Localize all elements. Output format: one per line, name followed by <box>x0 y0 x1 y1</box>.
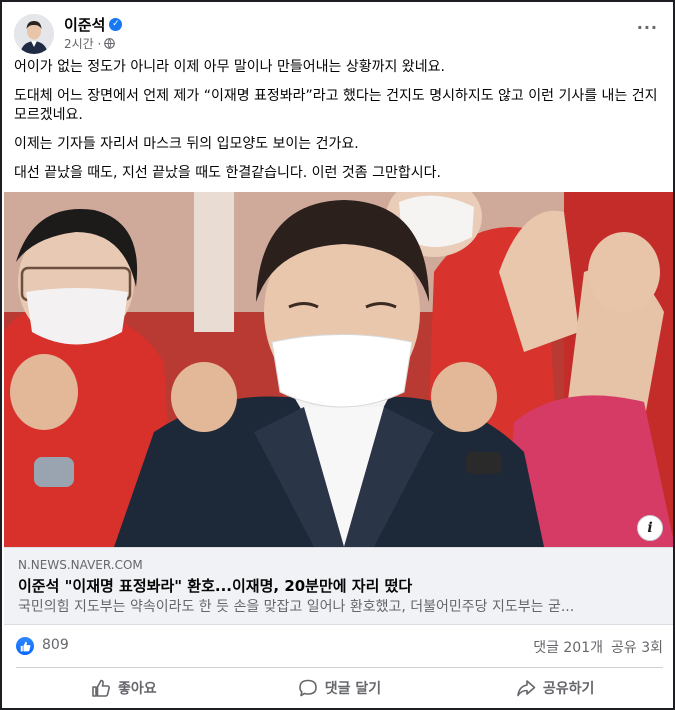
like-button[interactable]: 좋아요 <box>16 670 232 706</box>
reaction-stats: 809 댓글 201개 공유 3회 <box>16 634 663 660</box>
globe-icon <box>104 38 116 49</box>
engagement-counts: 댓글 201개 공유 3회 <box>533 637 663 657</box>
link-description: 국민의힘 지도부는 약속이라도 한 듯 손을 맞잡고 일어나 환호했고, 더불어… <box>18 599 575 615</box>
like-count[interactable]: 809 <box>42 637 69 653</box>
facebook-post: 이준석 ✓ 2시간 · ··· 어이가 없는 정도가 아니라 이제 아무 말이나… <box>0 0 675 710</box>
post-paragraph: 도대체 어느 장면에서 언제 제가 “이재명 표정봐라”라고 했다는 건지도 명… <box>14 88 658 123</box>
like-reaction-icon[interactable] <box>16 637 34 655</box>
link-domain: N.NEWS.NAVER.COM <box>18 558 143 572</box>
like-button-label: 좋아요 <box>118 681 157 697</box>
divider <box>16 667 663 668</box>
more-options-icon[interactable]: ··· <box>637 20 658 36</box>
post-time[interactable]: 2시간 · <box>64 35 101 52</box>
share-button-label: 공유하기 <box>542 681 595 697</box>
comment-count[interactable]: 댓글 201개 <box>533 637 603 657</box>
post-paragraph: 이제는 기자들 자리서 마스크 뒤의 입모양도 보이는 건가요. <box>14 136 359 152</box>
post-meta: 2시간 · <box>64 35 116 52</box>
share-count[interactable]: 공유 3회 <box>611 637 663 657</box>
link-preview-image[interactable]: i <box>4 192 673 547</box>
post-body: 어이가 없는 정도가 아니라 이제 아무 말이나 만들어내는 상황까지 왔네요.… <box>14 58 662 193</box>
post-paragraph: 대선 끝났을 때도, 지선 끝났을 때도 한결같습니다. 이런 것좀 그만합시다… <box>14 165 441 181</box>
info-icon[interactable]: i <box>637 515 663 541</box>
comment-icon <box>298 679 317 697</box>
share-icon <box>517 680 536 697</box>
action-bar: 좋아요 댓글 달기 공유하기 <box>16 670 663 706</box>
link-preview-card[interactable]: N.NEWS.NAVER.COM 이준석 "이재명 표정봐라" 환호...이재명… <box>4 547 673 625</box>
comment-button-label: 댓글 달기 <box>324 681 382 697</box>
comment-button[interactable]: 댓글 달기 <box>232 670 448 706</box>
post-header: 이준석 ✓ 2시간 · ··· <box>14 12 664 56</box>
verified-badge-icon: ✓ <box>109 18 123 31</box>
link-title[interactable]: 이준석 "이재명 표정봐라" 환호...이재명, 20분만에 자리 떴다 <box>18 576 661 596</box>
photo-illustration <box>4 192 673 547</box>
author-name-text[interactable]: 이준석 <box>64 14 105 35</box>
share-button[interactable]: 공유하기 <box>447 670 663 706</box>
avatar[interactable] <box>14 14 54 54</box>
author-name[interactable]: 이준석 ✓ <box>64 14 123 35</box>
post-paragraph: 어이가 없는 정도가 아니라 이제 아무 말이나 만들어내는 상황까지 왔네요. <box>14 59 445 75</box>
thumbs-up-icon <box>92 679 110 697</box>
